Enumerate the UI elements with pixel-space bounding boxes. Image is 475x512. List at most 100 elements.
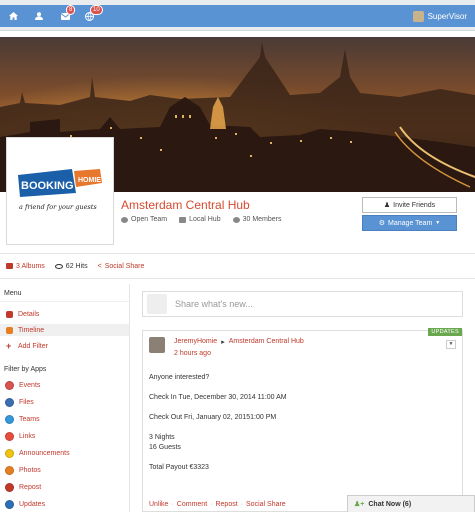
- post-timestamp[interactable]: 2 hours ago: [174, 350, 211, 357]
- albums-link[interactable]: 3 Albums: [6, 263, 45, 270]
- friends-button[interactable]: [28, 8, 50, 24]
- sidebar-app-files[interactable]: Files: [0, 394, 129, 411]
- member-count[interactable]: 30 Members: [232, 216, 282, 223]
- page-title[interactable]: Amsterdam Central Hub: [121, 198, 250, 212]
- updates-badge: UPDATES: [428, 328, 462, 336]
- home-button[interactable]: [2, 8, 24, 24]
- links-icon: [5, 432, 14, 441]
- top-navbar: 8 10 SuperVisor: [0, 0, 475, 31]
- invite-friends-label: Invite Friends: [393, 201, 436, 209]
- sidebar-app-label: Announcements: [19, 450, 70, 457]
- manage-team-button[interactable]: ⚙ Manage Team ▼: [362, 215, 457, 231]
- announcements-icon: [5, 449, 14, 458]
- post-action-unlike[interactable]: Unlike: [149, 501, 168, 508]
- post-action-social-share[interactable]: Social Share: [246, 501, 286, 508]
- sidebar-app-events[interactable]: Events: [0, 377, 129, 394]
- team-type-label: Open Team: [131, 216, 168, 223]
- teams-icon: [5, 415, 14, 424]
- logo-word-homie: HOMIE: [78, 177, 101, 184]
- sidebar-app-label: Repost: [19, 484, 42, 491]
- sidebar-app-announcements[interactable]: Announcements: [0, 445, 129, 462]
- notifications-button[interactable]: 10: [78, 5, 103, 24]
- post-line: Check In Tue, December 30, 2014 11:00 AM: [149, 394, 287, 401]
- post-line: [149, 423, 287, 433]
- post-line: Anyone interested?: [149, 374, 210, 381]
- image-icon: [6, 263, 13, 269]
- sidebar-app-label: Teams: [19, 416, 40, 423]
- stats-bar: 3 Albums 62 Hits < Social Share: [0, 253, 475, 279]
- folder-icon: [179, 216, 187, 223]
- apps-list: Events Files Teams Links Announcements Photos…: [0, 377, 129, 512]
- caret-down-icon: ▼: [435, 220, 441, 226]
- post-author-avatar[interactable]: [149, 337, 165, 353]
- hub-type: Local Hub: [179, 216, 221, 223]
- users-icon: [232, 216, 240, 223]
- manage-team-label: Manage Team: [388, 219, 433, 227]
- apps-heading: Filter by Apps: [4, 366, 47, 373]
- hits-label: 62 Hits: [65, 262, 88, 270]
- sidebar-app-label: Links: [19, 433, 36, 440]
- post-options-dropdown[interactable]: ▼: [446, 340, 456, 349]
- user-plus-icon: ♟: [383, 202, 391, 209]
- logo-tagline: a friend for your guests: [19, 203, 97, 211]
- sidebar-item-details[interactable]: Details: [0, 308, 129, 320]
- sidebar-item-label: Details: [18, 310, 40, 318]
- post-line: [149, 403, 287, 413]
- hits-count: 62 Hits: [54, 262, 88, 270]
- sidebar-item-label: Add Filter: [18, 342, 48, 350]
- hub-type-label: Local Hub: [189, 216, 221, 223]
- action-separator: ·: [240, 501, 244, 508]
- user-name: SuperVisor: [427, 11, 467, 21]
- invite-friends-button[interactable]: ♟ Invite Friends: [362, 197, 457, 213]
- post-line: [149, 383, 287, 393]
- member-count-label: 30 Members: [242, 216, 282, 223]
- caret-down-icon: ▼: [448, 341, 454, 347]
- share-input[interactable]: Share what's new...: [175, 299, 253, 309]
- gear-icon: ⚙: [378, 220, 386, 227]
- social-share-link[interactable]: < Social Share: [98, 263, 145, 270]
- action-separator: ·: [171, 501, 174, 508]
- sidebar-app-repost[interactable]: Repost: [0, 479, 129, 496]
- notifications-badge: 10: [90, 5, 103, 15]
- sidebar-app-teams[interactable]: Teams: [0, 411, 129, 428]
- post-line: Total Payout €3323: [149, 464, 209, 471]
- plus-icon: +: [6, 341, 12, 351]
- timeline-icon: [6, 326, 13, 334]
- avatar: [412, 10, 424, 22]
- logo-word-booking: BOOKING: [21, 180, 74, 192]
- group-meta: Open Team Local Hub 30 Members: [121, 216, 282, 223]
- post-header: JeremyHomie ▸ Amsterdam Central Hub: [174, 338, 304, 346]
- files-icon: [5, 398, 14, 407]
- share-box[interactable]: Share what's new...: [142, 291, 463, 317]
- navbar-strip: 8 10 SuperVisor: [0, 5, 475, 27]
- post-line: [149, 453, 287, 463]
- sidebar-item-timeline[interactable]: Timeline: [0, 324, 129, 336]
- chat-now-bar[interactable]: ♟+ Chat Now (6): [347, 495, 475, 512]
- logo-image: BOOKING HOMIE a friend for your guests: [10, 141, 110, 241]
- post-line: 16 Guests: [149, 444, 181, 451]
- post-body: Anyone interested? Check In Tue, December…: [149, 373, 287, 473]
- sidebar-app-photos[interactable]: Photos: [0, 462, 129, 479]
- team-type: Open Team: [121, 216, 167, 223]
- post-author[interactable]: JeremyHomie: [174, 338, 217, 346]
- sidebar-app-label: Files: [19, 399, 34, 406]
- post-action-repost[interactable]: Repost: [215, 501, 237, 508]
- sidebar-item-add-filter[interactable]: + Add Filter: [0, 340, 129, 352]
- sidebar-app-links[interactable]: Links: [0, 428, 129, 445]
- camera-icon: [147, 294, 167, 314]
- team-logo[interactable]: BOOKING HOMIE a friend for your guests: [6, 137, 114, 245]
- updates-icon: [5, 500, 14, 509]
- post-action-comment[interactable]: Comment: [177, 501, 207, 508]
- share-icon: <: [97, 262, 102, 270]
- messages-button[interactable]: 8: [54, 5, 76, 24]
- menu-heading: Menu: [0, 284, 129, 302]
- sidebar-app-label: Updates: [19, 501, 46, 508]
- albums-label: 3 Albums: [16, 262, 45, 270]
- sidebar-app-label: Events: [19, 382, 41, 389]
- photos-icon: [5, 466, 14, 475]
- post-target[interactable]: Amsterdam Central Hub: [229, 338, 304, 346]
- arrow-right-icon: ▸: [221, 339, 225, 346]
- events-icon: [5, 381, 14, 390]
- sidebar-app-updates[interactable]: Updates: [0, 496, 129, 512]
- user-menu[interactable]: SuperVisor: [412, 8, 467, 24]
